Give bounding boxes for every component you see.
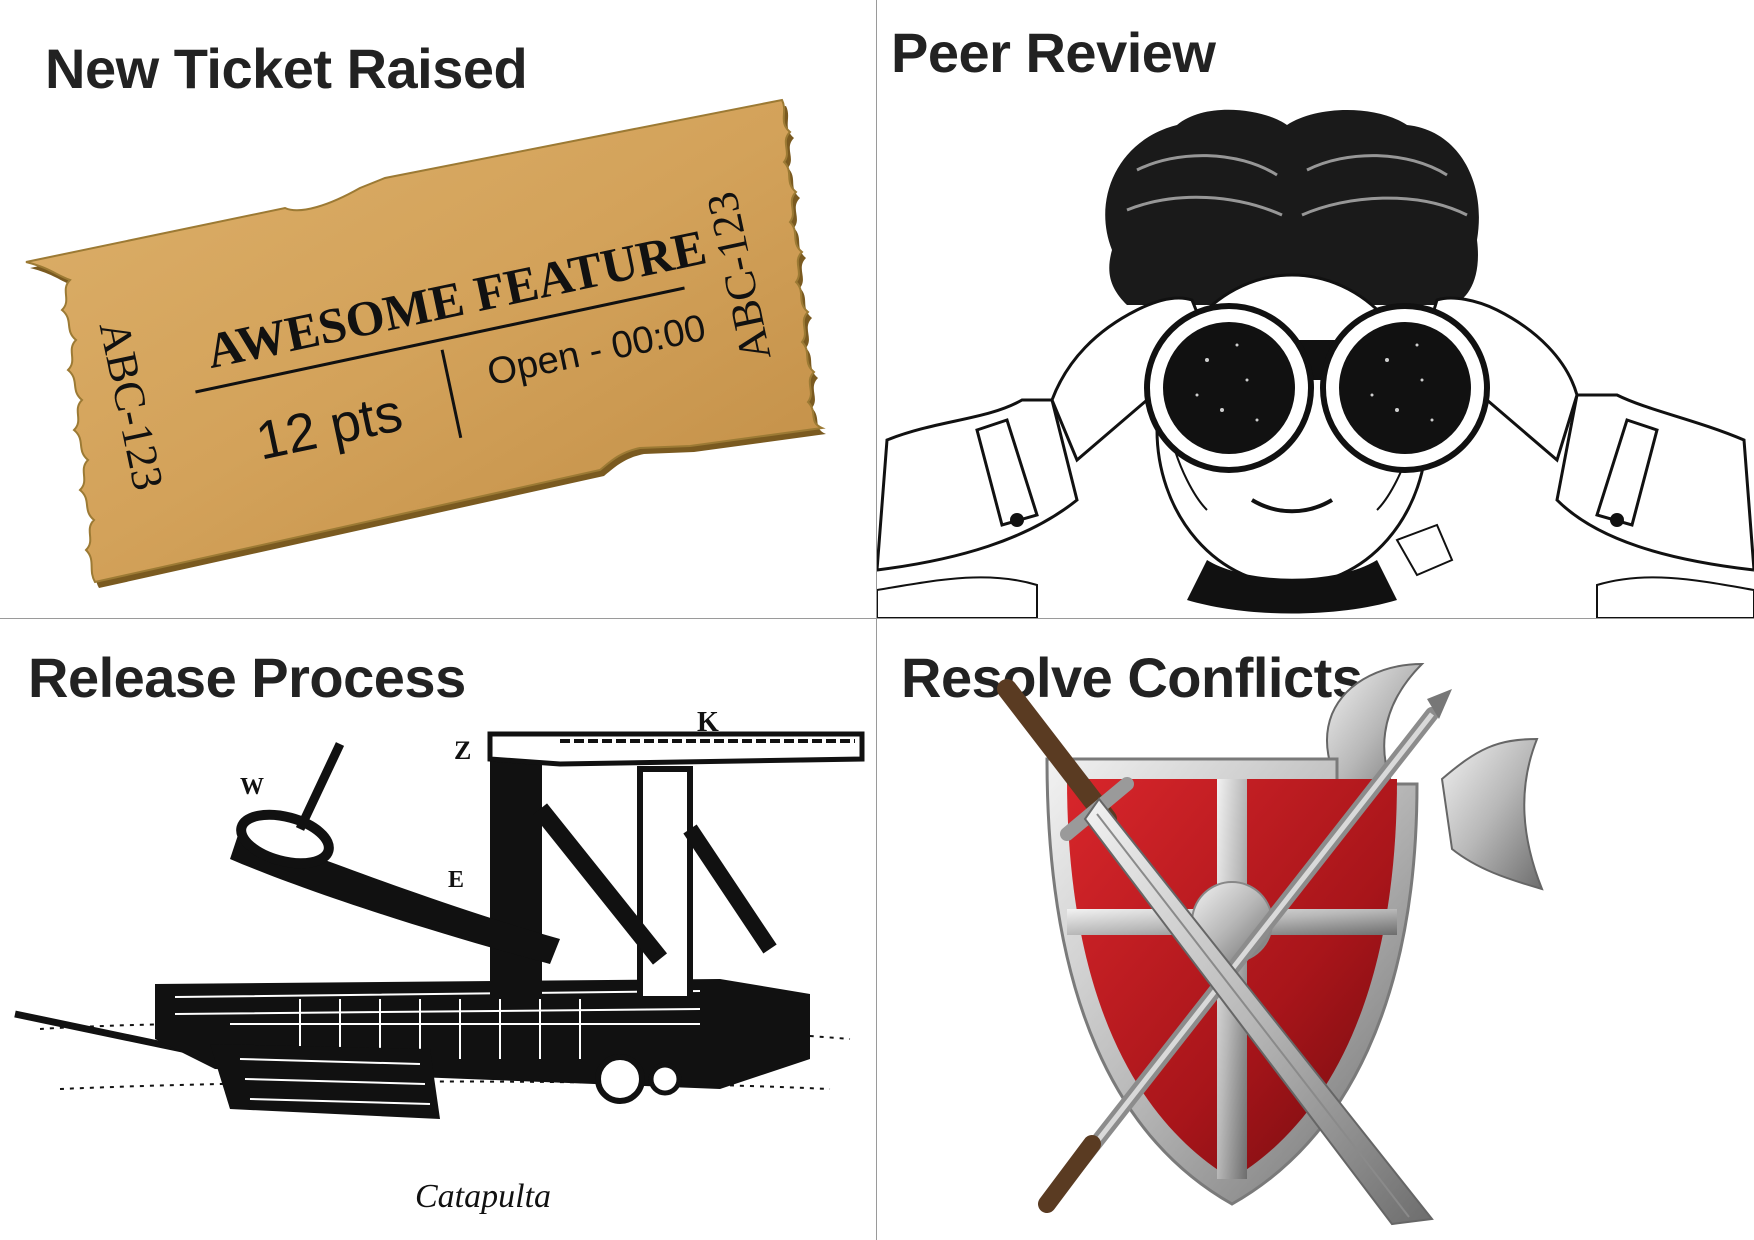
catapult-illustration: K Z W E Catapulta: [14, 707, 865, 1215]
ticket-illustration: AWESOME FEATURE 12 pts Open - 00:00 ABC-…: [25, 98, 826, 588]
gear-right: [648, 1062, 682, 1096]
catapult-caption: Catapulta: [415, 1178, 551, 1215]
catapult-crossbar: [487, 731, 865, 767]
label-z: Z: [454, 736, 471, 765]
binoculars-illustration: [877, 109, 1754, 618]
gear-left: [595, 1054, 645, 1104]
label-w: W: [240, 774, 264, 800]
label-e: E: [448, 867, 464, 893]
panel-release-process: Release Process K Z W E Catapulta: [0, 619, 876, 1240]
label-k: K: [697, 707, 719, 738]
panel-new-ticket: New Ticket Raised AWESOME FEATURE 12 pts…: [0, 0, 876, 618]
shield-illustration: [997, 662, 1544, 1226]
panel-peer-review: Peer Review: [877, 0, 1754, 618]
right-sleeve: [1555, 393, 1754, 572]
left-sleeve: [877, 398, 1079, 572]
panel-resolve-conflicts: Resolve Conflicts: [877, 619, 1754, 1240]
